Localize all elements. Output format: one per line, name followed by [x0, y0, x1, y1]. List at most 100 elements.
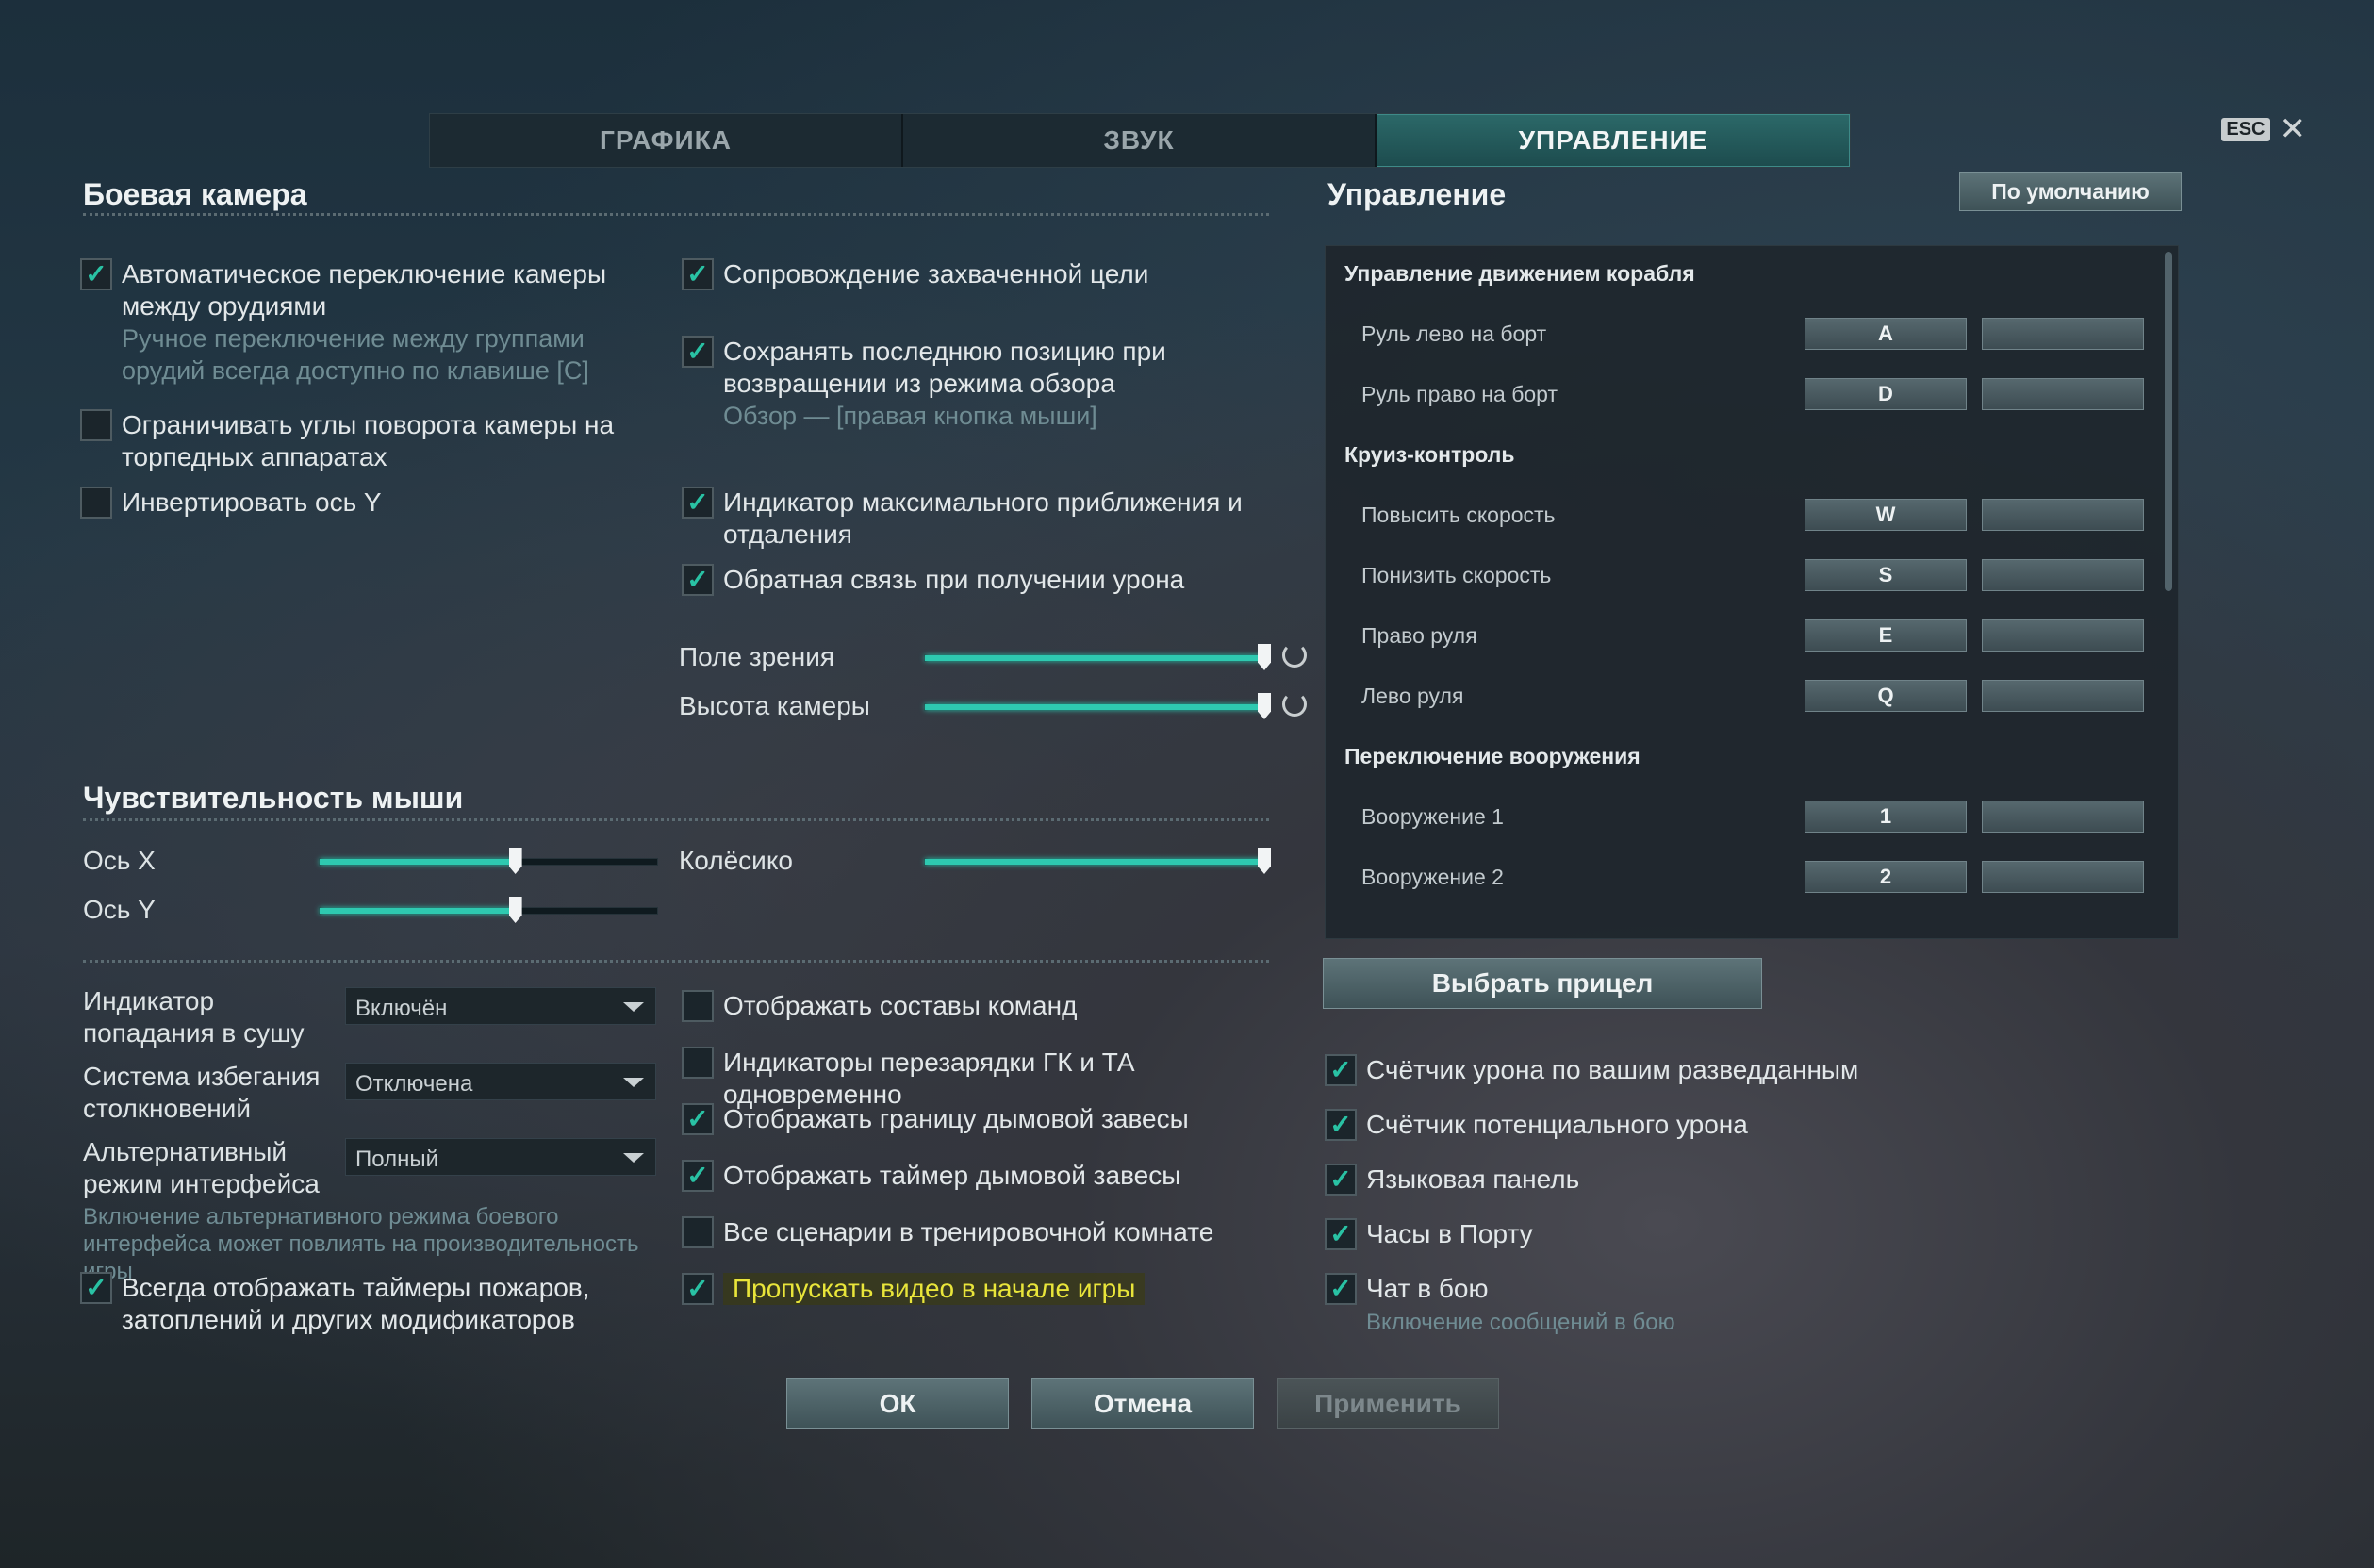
- training-checkbox[interactable]: Все сценарии в тренировочной комнате: [682, 1216, 1285, 1248]
- close-area[interactable]: ESC ✕: [2221, 113, 2306, 145]
- damage-feedback-checkbox[interactable]: ✓ Обратная связь при получении урона: [682, 564, 1285, 596]
- checkbox-box[interactable]: [80, 409, 112, 441]
- check-icon[interactable]: ✓: [1325, 1218, 1357, 1250]
- close-icon[interactable]: ✕: [2280, 113, 2307, 145]
- cancel-button[interactable]: Отмена: [1031, 1378, 1254, 1429]
- apply-button[interactable]: Применить: [1277, 1378, 1499, 1429]
- check-icon[interactable]: ✓: [682, 1160, 714, 1192]
- check-icon[interactable]: ✓: [682, 1103, 714, 1135]
- key-secondary[interactable]: [1982, 318, 2144, 350]
- team-roster-checkbox[interactable]: Отображать составы команд: [682, 990, 1285, 1022]
- checkbox-box[interactable]: [682, 1047, 714, 1079]
- alt-mode-dropdown[interactable]: Полный: [345, 1138, 656, 1176]
- reset-icon[interactable]: [1282, 643, 1307, 668]
- checkbox-label: Часы в Порту: [1366, 1219, 1533, 1248]
- smoke-timer-checkbox[interactable]: ✓ Отображать таймер дымовой завесы: [682, 1160, 1285, 1192]
- check-icon[interactable]: ✓: [682, 258, 714, 290]
- key-primary[interactable]: 1: [1805, 801, 1967, 833]
- check-icon[interactable]: ✓: [682, 487, 714, 519]
- check-icon[interactable]: ✓: [80, 258, 112, 290]
- check-icon[interactable]: ✓: [1325, 1054, 1357, 1086]
- checkbox-box[interactable]: [682, 1216, 714, 1248]
- dropdown-value: Полный: [355, 1147, 438, 1172]
- checkbox-label: Счётчик потенциального урона: [1366, 1110, 1748, 1139]
- language-panel-checkbox[interactable]: ✓ Языковая панель: [1325, 1164, 2098, 1196]
- divider: [83, 818, 1269, 821]
- key-secondary[interactable]: [1982, 559, 2144, 591]
- checkbox-label: Отображать составы команд: [723, 991, 1078, 1020]
- checkbox-box[interactable]: [80, 487, 112, 519]
- reset-icon[interactable]: [1282, 692, 1307, 717]
- port-clock-checkbox[interactable]: ✓ Часы в Порту: [1325, 1218, 2098, 1250]
- collision-dropdown[interactable]: Отключена: [345, 1063, 656, 1100]
- checkbox-label: Счётчик урона по вашим разведданным: [1366, 1055, 1859, 1084]
- skip-video-checkbox[interactable]: ✓ Пропускать видео в начале игры: [682, 1273, 1285, 1305]
- fov-slider[interactable]: [924, 644, 1271, 670]
- tab-controls[interactable]: УПРАВЛЕНИЕ: [1377, 114, 1850, 167]
- axis-x-slider[interactable]: [319, 848, 658, 874]
- check-icon[interactable]: ✓: [682, 1273, 714, 1305]
- checkbox-label: Обратная связь при получении урона: [723, 565, 1185, 594]
- tab-sound[interactable]: ЗВУК: [903, 114, 1377, 167]
- timers-checkbox[interactable]: ✓ Всегда отображать таймеры пожаров, зат…: [80, 1272, 665, 1336]
- check-icon[interactable]: ✓: [1325, 1109, 1357, 1141]
- panel-scrollbar[interactable]: [2165, 252, 2172, 591]
- key-primary[interactable]: Q: [1805, 680, 1967, 712]
- default-button[interactable]: По умолчанию: [1959, 172, 2182, 211]
- key-primary[interactable]: A: [1805, 318, 1967, 350]
- spot-damage-checkbox[interactable]: ✓ Счётчик урона по вашим разведданным: [1325, 1054, 2098, 1086]
- hit-indicator-dropdown[interactable]: Включён: [345, 987, 656, 1025]
- check-icon[interactable]: ✓: [682, 336, 714, 368]
- slider-thumb[interactable]: [1258, 693, 1271, 719]
- key-secondary[interactable]: [1982, 499, 2144, 531]
- axis-y-slider[interactable]: [319, 897, 658, 923]
- wheel-slider[interactable]: [924, 848, 1271, 874]
- key-primary[interactable]: W: [1805, 499, 1967, 531]
- checkbox-label: Всегда отображать таймеры пожаров, затоп…: [122, 1273, 590, 1334]
- key-secondary[interactable]: [1982, 378, 2144, 410]
- zoom-indicator-checkbox[interactable]: ✓ Индикатор максимального приближения и …: [682, 487, 1285, 551]
- potential-damage-checkbox[interactable]: ✓ Счётчик потенциального урона: [1325, 1109, 2098, 1141]
- track-target-checkbox[interactable]: ✓ Сопровождение захваченной цели: [682, 258, 1285, 290]
- key-secondary[interactable]: [1982, 861, 2144, 893]
- invert-y-checkbox[interactable]: Инвертировать ось Y: [80, 487, 665, 519]
- check-icon[interactable]: ✓: [1325, 1273, 1357, 1305]
- slider-thumb[interactable]: [1258, 848, 1271, 874]
- reload-indicators-checkbox[interactable]: Индикаторы перезарядки ГК и ТА одновреме…: [682, 1047, 1304, 1111]
- save-position-checkbox[interactable]: ✓ Сохранять последнюю позицию при возвра…: [682, 336, 1285, 432]
- checkbox-label: Индикатор максимального приближения и от…: [723, 487, 1243, 549]
- camera-height-slider[interactable]: [924, 693, 1271, 719]
- checkbox-box[interactable]: [682, 990, 714, 1022]
- keybinding-panel: Управление движением корабля Руль лево н…: [1325, 245, 2179, 939]
- key-primary[interactable]: 2: [1805, 861, 1967, 893]
- hint-text: Обзор — [правая кнопка мыши]: [723, 402, 1097, 430]
- slider-fill: [320, 908, 516, 914]
- key-secondary[interactable]: [1982, 619, 2144, 652]
- hint-text: Включение сообщений в бою: [1366, 1310, 1675, 1335]
- tab-graphics[interactable]: ГРАФИКА: [430, 114, 903, 167]
- choose-sight-button[interactable]: Выбрать прицел: [1323, 958, 1762, 1009]
- hit-indicator-label: Индикатор попадания в сушу: [83, 986, 305, 1048]
- camera-height-label: Высота камеры: [679, 691, 870, 720]
- slider-thumb[interactable]: [1258, 644, 1271, 670]
- smoke-border-checkbox[interactable]: ✓ Отображать границу дымовой завесы: [682, 1103, 1285, 1135]
- key-primary[interactable]: S: [1805, 559, 1967, 591]
- ok-button[interactable]: ОК: [786, 1378, 1009, 1429]
- key-secondary[interactable]: [1982, 801, 2144, 833]
- key-primary[interactable]: D: [1805, 378, 1967, 410]
- key-secondary[interactable]: [1982, 680, 2144, 712]
- auto-switch-checkbox[interactable]: ✓ Автоматическое переключение камеры меж…: [80, 258, 665, 387]
- group-cruise: Круиз-контроль: [1344, 442, 1515, 467]
- checkbox-label: Отображать таймер дымовой завесы: [723, 1161, 1181, 1190]
- slider-thumb[interactable]: [508, 848, 522, 874]
- limit-angles-checkbox[interactable]: Ограничивать углы поворота камеры на тор…: [80, 409, 665, 473]
- check-icon[interactable]: ✓: [682, 564, 714, 596]
- check-icon[interactable]: ✓: [1325, 1164, 1357, 1196]
- axis-y-label: Ось Y: [83, 895, 156, 924]
- battle-chat-checkbox[interactable]: ✓ Чат в бою Включение сообщений в бою: [1325, 1273, 2098, 1336]
- slider-thumb[interactable]: [508, 897, 522, 923]
- binding-label: Вооружение 1: [1361, 804, 1504, 829]
- key-primary[interactable]: E: [1805, 619, 1967, 652]
- check-icon[interactable]: ✓: [80, 1272, 112, 1304]
- binding-label: Лево руля: [1361, 684, 1464, 708]
